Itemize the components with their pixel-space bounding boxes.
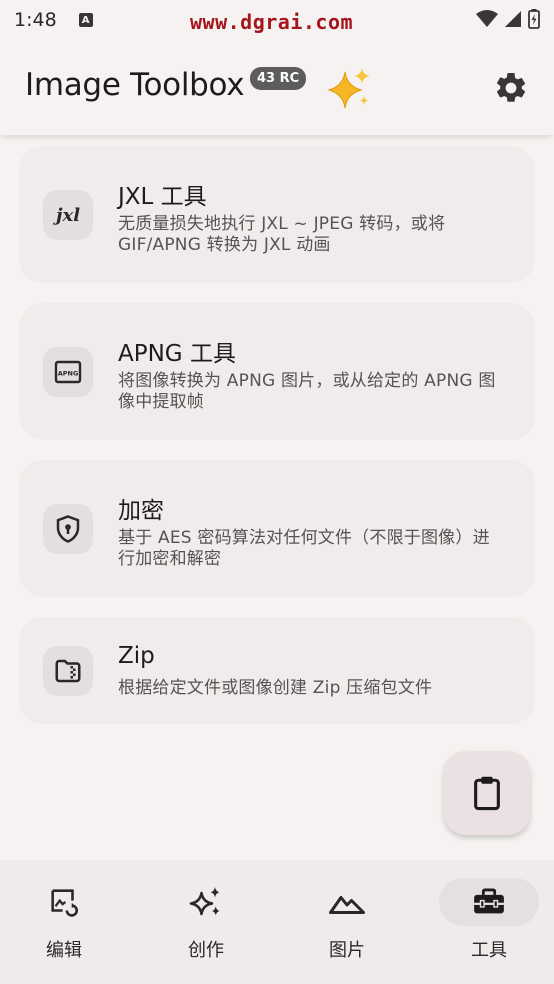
nav-label: 图片 xyxy=(329,940,365,961)
nav-item-create[interactable]: 创作 xyxy=(156,876,256,966)
nav-pill xyxy=(297,878,397,926)
card-title: 加密 xyxy=(118,498,164,524)
top-app-bar: Image Toolbox 43 RC xyxy=(0,40,554,135)
tool-card-apng[interactable]: APNG APNG 工具 将图像转换为 APNG 图片，或从给定的 APNG 图… xyxy=(19,303,535,440)
sparkles-outline-icon xyxy=(189,887,220,916)
nav-pill xyxy=(156,878,256,926)
gear-icon xyxy=(496,72,526,102)
version-badge: 43 RC xyxy=(250,67,307,90)
landscape-icon xyxy=(329,896,365,914)
notification-a-icon: A xyxy=(78,13,93,27)
card-description: 根据给定文件或图像创建 Zip 压缩包文件 xyxy=(118,678,433,698)
nav-pill-active xyxy=(439,878,539,926)
nav-label: 编辑 xyxy=(46,940,82,961)
status-right-icons xyxy=(476,9,540,29)
jxl-icon: jxl xyxy=(53,205,80,226)
nav-item-images[interactable]: 图片 xyxy=(297,876,397,966)
card-title: APNG 工具 xyxy=(118,341,236,367)
card-icon-box xyxy=(43,646,93,696)
tool-card-jxl[interactable]: jxl JXL 工具 无质量损失地执行 JXL ~ JPEG 转码，或将 GIF… xyxy=(19,146,535,283)
image-edit-icon xyxy=(51,889,78,917)
nav-item-tools[interactable]: 工具 xyxy=(439,876,539,966)
svg-text:jxl: jxl xyxy=(53,205,80,226)
cellular-icon xyxy=(505,11,521,27)
app-title: Image Toolbox xyxy=(25,67,245,103)
shield-lock-icon xyxy=(56,515,80,543)
card-description: 无质量损失地执行 JXL ~ JPEG 转码，或将 GIF/APNG 转换为 J… xyxy=(118,214,446,255)
card-icon-box: APNG xyxy=(43,347,93,397)
folder-zip-icon xyxy=(55,659,81,683)
watermark-text: www.dgrai.com xyxy=(190,10,354,34)
card-icon-box xyxy=(43,504,93,554)
nav-label: 工具 xyxy=(471,940,507,961)
sparkles-icon[interactable] xyxy=(327,66,373,110)
apng-icon: APNG xyxy=(54,360,82,384)
clipboard-icon xyxy=(474,776,500,811)
tool-card-encryption[interactable]: 加密 基于 AES 密码算法对任何文件（不限于图像）进行加密和解密 xyxy=(19,460,535,597)
nav-label: 创作 xyxy=(188,940,224,961)
svg-text:APNG: APNG xyxy=(58,370,79,378)
card-title: Zip xyxy=(118,643,155,669)
settings-button[interactable] xyxy=(489,66,533,110)
card-title: JXL 工具 xyxy=(118,184,207,210)
card-icon-box: jxl xyxy=(43,190,93,240)
card-description: 将图像转换为 APNG 图片，或从给定的 APNG 图像中提取帧 xyxy=(118,371,496,412)
card-description: 基于 AES 密码算法对任何文件（不限于图像）进行加密和解密 xyxy=(118,528,490,569)
paste-fab[interactable] xyxy=(444,751,530,835)
tool-card-zip[interactable]: Zip 根据给定文件或图像创建 Zip 压缩包文件 xyxy=(19,617,535,724)
bottom-navigation: 编辑 创作 图片 工具 xyxy=(0,860,554,984)
nav-item-edit[interactable]: 编辑 xyxy=(14,876,114,966)
battery-icon xyxy=(528,9,540,29)
toolbox-icon xyxy=(474,888,504,914)
status-time: 1:48 xyxy=(14,9,57,31)
nav-pill xyxy=(14,878,114,926)
wifi-icon xyxy=(476,10,498,27)
